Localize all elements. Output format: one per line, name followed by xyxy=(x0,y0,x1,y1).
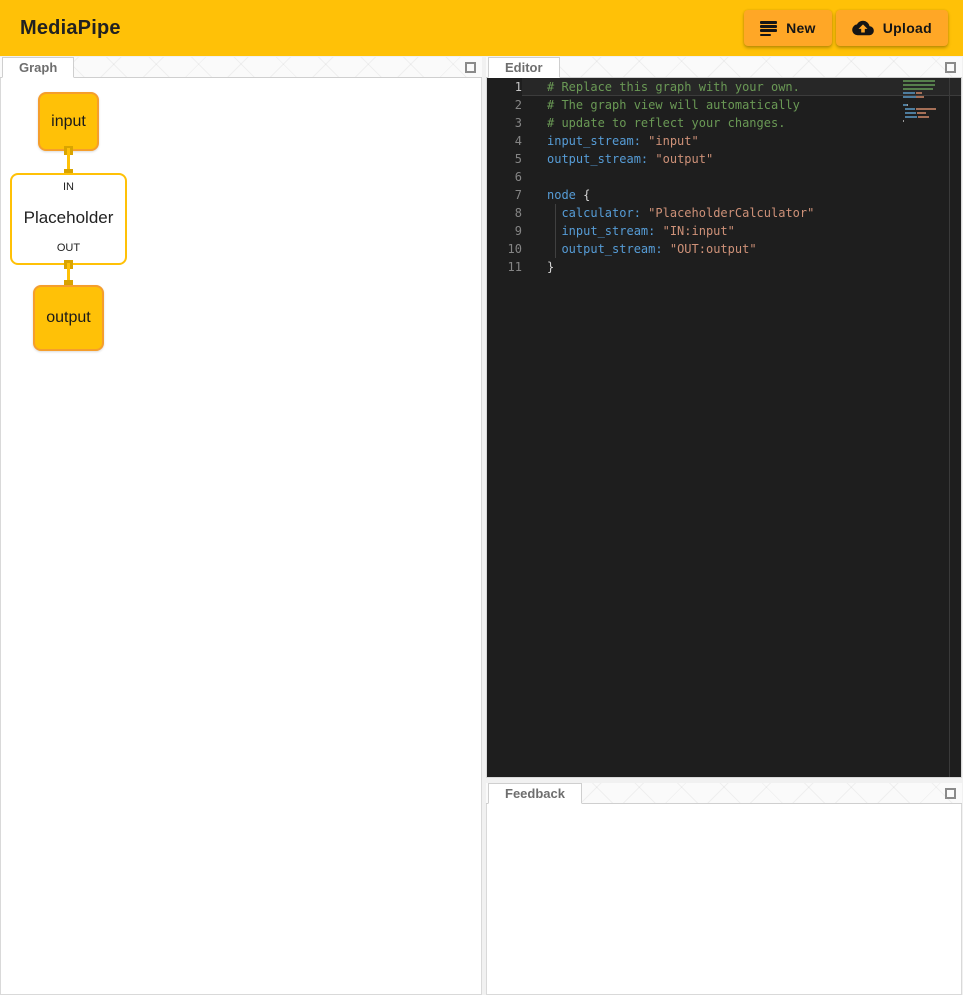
feedback-panel-content xyxy=(486,804,962,995)
tab-editor[interactable]: Editor xyxy=(488,57,560,78)
new-button[interactable]: New xyxy=(744,10,832,46)
code-line: 9 input_stream: "IN:input" xyxy=(487,222,961,240)
feedback-panel: Feedback xyxy=(486,783,962,995)
placeholder-node-label: Placeholder xyxy=(24,208,114,228)
code-line: 3# update to reflect your changes. xyxy=(487,114,961,132)
tab-editor-label: Editor xyxy=(505,60,543,75)
feedback-panel-header: Feedback xyxy=(486,783,962,804)
code-line: 5output_stream: "output" xyxy=(487,150,961,168)
maximize-icon[interactable] xyxy=(465,62,476,73)
placeholder-out-port-label: OUT xyxy=(57,242,80,254)
upload-button[interactable]: Upload xyxy=(836,10,948,46)
code-line: 4input_stream: "input" xyxy=(487,132,961,150)
upload-button-label: Upload xyxy=(883,20,932,36)
feedback-body xyxy=(487,804,961,994)
graph-node-output-stream[interactable]: output xyxy=(33,285,104,351)
header-actions: New Upload xyxy=(744,10,948,46)
graph-node-input-stream[interactable]: input xyxy=(38,92,99,151)
graph-panel-content: input IN Placeholder OUT output xyxy=(0,78,482,995)
cloud-upload-icon xyxy=(852,19,874,37)
code-line: 11} xyxy=(487,258,961,276)
code-line: 7node { xyxy=(487,186,961,204)
app-title: MediaPipe xyxy=(20,17,121,40)
tab-feedback-label: Feedback xyxy=(505,786,565,801)
tab-graph-label: Graph xyxy=(19,60,57,75)
editor-overview-ruler xyxy=(949,78,950,777)
graph-panel-header: Graph xyxy=(0,57,482,78)
code-editor[interactable]: 1# Replace this graph with your own.2# T… xyxy=(487,78,961,777)
tab-feedback[interactable]: Feedback xyxy=(488,783,582,804)
new-document-lines-icon xyxy=(760,21,777,35)
editor-panel: Editor 1# Replace this graph with your o… xyxy=(486,57,962,778)
code-line: 8 calculator: "PlaceholderCalculator" xyxy=(487,204,961,222)
maximize-icon[interactable] xyxy=(945,788,956,799)
tab-graph[interactable]: Graph xyxy=(2,57,74,78)
editor-minimap[interactable] xyxy=(903,80,945,124)
editor-panel-header: Editor xyxy=(486,57,962,78)
editor-panel-content: 1# Replace this graph with your own.2# T… xyxy=(486,78,962,778)
graph-panel: Graph input IN Placeholder OUT output xyxy=(0,57,482,995)
code-line: 1# Replace this graph with your own. xyxy=(487,78,961,96)
placeholder-in-port-label: IN xyxy=(63,181,74,193)
code-line: 2# The graph view will automatically xyxy=(487,96,961,114)
graph-node-placeholder-calculator[interactable]: IN Placeholder OUT xyxy=(10,173,127,265)
code-line: 10 output_stream: "OUT:output" xyxy=(487,240,961,258)
app-header: MediaPipe New Upload xyxy=(0,0,963,56)
new-button-label: New xyxy=(786,20,816,36)
code-lines: 1# Replace this graph with your own.2# T… xyxy=(487,78,961,276)
graph-canvas: input IN Placeholder OUT output xyxy=(1,78,481,994)
maximize-icon[interactable] xyxy=(945,62,956,73)
output-node-label: output xyxy=(46,309,90,327)
code-line: 6 xyxy=(487,168,961,186)
input-node-label: input xyxy=(51,113,86,131)
